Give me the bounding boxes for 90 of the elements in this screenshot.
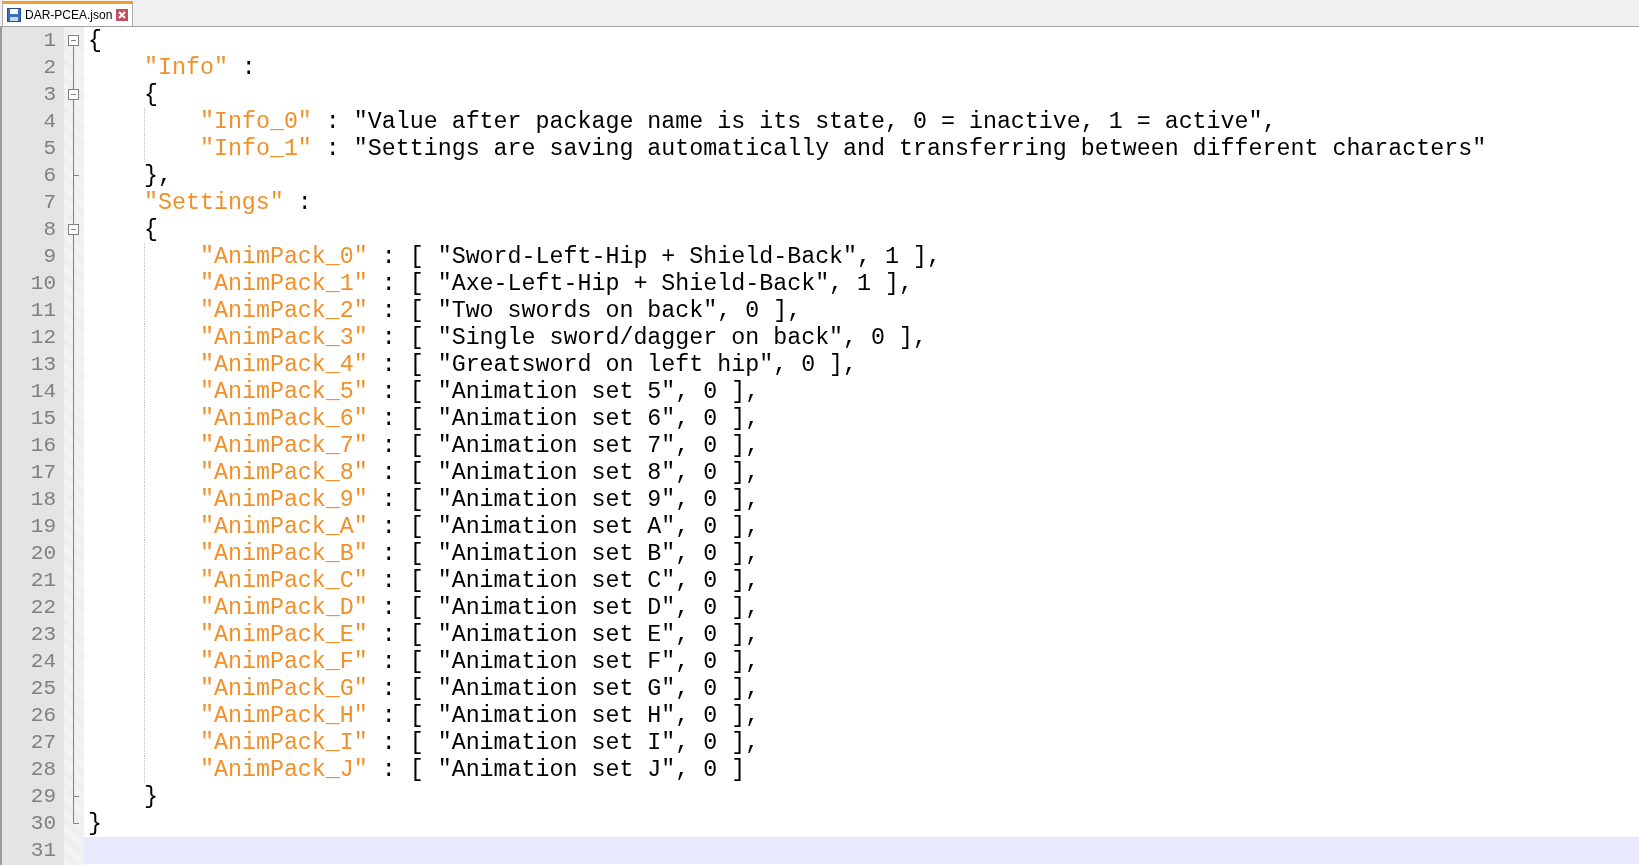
line-number: 26 <box>29 704 56 727</box>
line-number: 29 <box>29 785 56 808</box>
code-text: : [ "Greatsword on left hip", 0 ], <box>380 351 858 378</box>
json-key: "Info" <box>144 54 228 81</box>
line-number: 23 <box>29 623 56 646</box>
json-key: "AnimPack_0" <box>200 243 368 270</box>
line-number: 25 <box>29 677 56 700</box>
code-text: : [ "Single sword/dagger on back", 0 ], <box>380 324 927 351</box>
line-number: 21 <box>29 569 56 592</box>
line-number: 14 <box>29 380 56 403</box>
fold-minus-icon[interactable] <box>68 224 79 235</box>
json-key: "Settings" <box>144 189 284 216</box>
json-key: "AnimPack_2" <box>200 297 368 324</box>
json-key: "AnimPack_G" <box>200 675 368 702</box>
code-text: : [ "Animation set B", 0 ], <box>380 540 760 567</box>
code-text: : <box>240 54 256 81</box>
line-number: 9 <box>42 245 56 268</box>
json-key: "AnimPack_A" <box>200 513 368 540</box>
line-number: 2 <box>42 56 56 79</box>
json-key: "AnimPack_6" <box>200 405 368 432</box>
line-number: 18 <box>29 488 56 511</box>
json-key: "AnimPack_D" <box>200 594 368 621</box>
line-number: 15 <box>29 407 56 430</box>
json-key: "AnimPack_7" <box>200 432 368 459</box>
code-text: : [ "Animation set E", 0 ], <box>380 621 760 648</box>
json-key: "AnimPack_B" <box>200 540 368 567</box>
code-text: : <box>296 189 312 216</box>
line-number: 19 <box>29 515 56 538</box>
json-key: "AnimPack_4" <box>200 351 368 378</box>
line-number: 27 <box>29 731 56 754</box>
code-text: : [ "Animation set F", 0 ], <box>380 648 760 675</box>
line-number: 31 <box>29 839 56 862</box>
file-tab[interactable]: DAR-PCEA.json <box>2 1 134 26</box>
code-text: : [ "Sword-Left-Hip + Shield-Back", 1 ], <box>380 243 941 270</box>
json-key: "AnimPack_3" <box>200 324 368 351</box>
code-text: { <box>144 216 158 243</box>
code-text: : [ "Animation set A", 0 ], <box>380 513 760 540</box>
code-text: : [ "Two swords on back", 0 ], <box>380 297 802 324</box>
line-number: 30 <box>29 812 56 835</box>
line-number: 16 <box>29 434 56 457</box>
json-key: "AnimPack_I" <box>200 729 368 756</box>
line-number: 1 <box>42 29 56 52</box>
code-text: : [ "Animation set C", 0 ], <box>380 567 760 594</box>
line-number: 3 <box>42 83 56 106</box>
json-key: "Info_0" <box>200 108 312 135</box>
json-key: "AnimPack_J" <box>200 756 368 783</box>
line-number: 12 <box>29 326 56 349</box>
line-number: 28 <box>29 758 56 781</box>
code-text: : "Settings are saving automatically and transferring between different characters" <box>324 135 1487 162</box>
code-text: { <box>88 27 102 54</box>
code-text: : [ "Animation set D", 0 ], <box>380 594 760 621</box>
code-text: }, <box>144 162 172 189</box>
code-text: : "Value after package name is its state, 0 = inactive, 1 = active", <box>324 108 1277 135</box>
line-number: 22 <box>29 596 56 619</box>
line-number: 13 <box>29 353 56 376</box>
code-text: : [ "Axe-Left-Hip + Shield-Back", 1 ], <box>380 270 913 297</box>
line-number: 24 <box>29 650 56 673</box>
code-text: : [ "Animation set 9", 0 ], <box>380 486 760 513</box>
json-key: "AnimPack_5" <box>200 378 368 405</box>
line-number: 10 <box>29 272 56 295</box>
close-icon[interactable] <box>116 9 129 21</box>
code-text: : [ "Animation set 8", 0 ], <box>380 459 760 486</box>
code-text: : [ "Animation set 7", 0 ], <box>380 432 760 459</box>
json-key: "Info_1" <box>200 135 312 162</box>
json-key: "AnimPack_H" <box>200 702 368 729</box>
line-number: 7 <box>42 191 56 214</box>
json-key: "AnimPack_F" <box>200 648 368 675</box>
code-text: : [ "Animation set I", 0 ], <box>380 729 760 756</box>
line-number: 5 <box>42 137 56 160</box>
code-text: : [ "Animation set 5", 0 ], <box>380 378 760 405</box>
fold-minus-icon[interactable] <box>68 89 79 100</box>
line-number: 20 <box>29 542 56 565</box>
code-text: { <box>144 81 158 108</box>
fold-minus-icon[interactable] <box>68 35 79 46</box>
line-number: 17 <box>29 461 56 484</box>
json-key: "AnimPack_E" <box>200 621 368 648</box>
json-key: "AnimPack_8" <box>200 459 368 486</box>
line-number: 4 <box>42 110 56 133</box>
json-key: "AnimPack_9" <box>200 486 368 513</box>
code-text: } <box>88 810 102 837</box>
json-key: "AnimPack_C" <box>200 567 368 594</box>
json-key: "AnimPack_1" <box>200 270 368 297</box>
line-number: 11 <box>29 299 56 322</box>
code-text: : [ "Animation set H", 0 ], <box>380 702 760 729</box>
code-text: : [ "Animation set 6", 0 ], <box>380 405 760 432</box>
code-text: : [ "Animation set G", 0 ], <box>380 675 760 702</box>
code-text: } <box>144 783 158 810</box>
line-number: 8 <box>42 218 56 241</box>
code-text: : [ "Animation set J", 0 ] <box>380 756 746 783</box>
line-number: 6 <box>42 164 56 187</box>
